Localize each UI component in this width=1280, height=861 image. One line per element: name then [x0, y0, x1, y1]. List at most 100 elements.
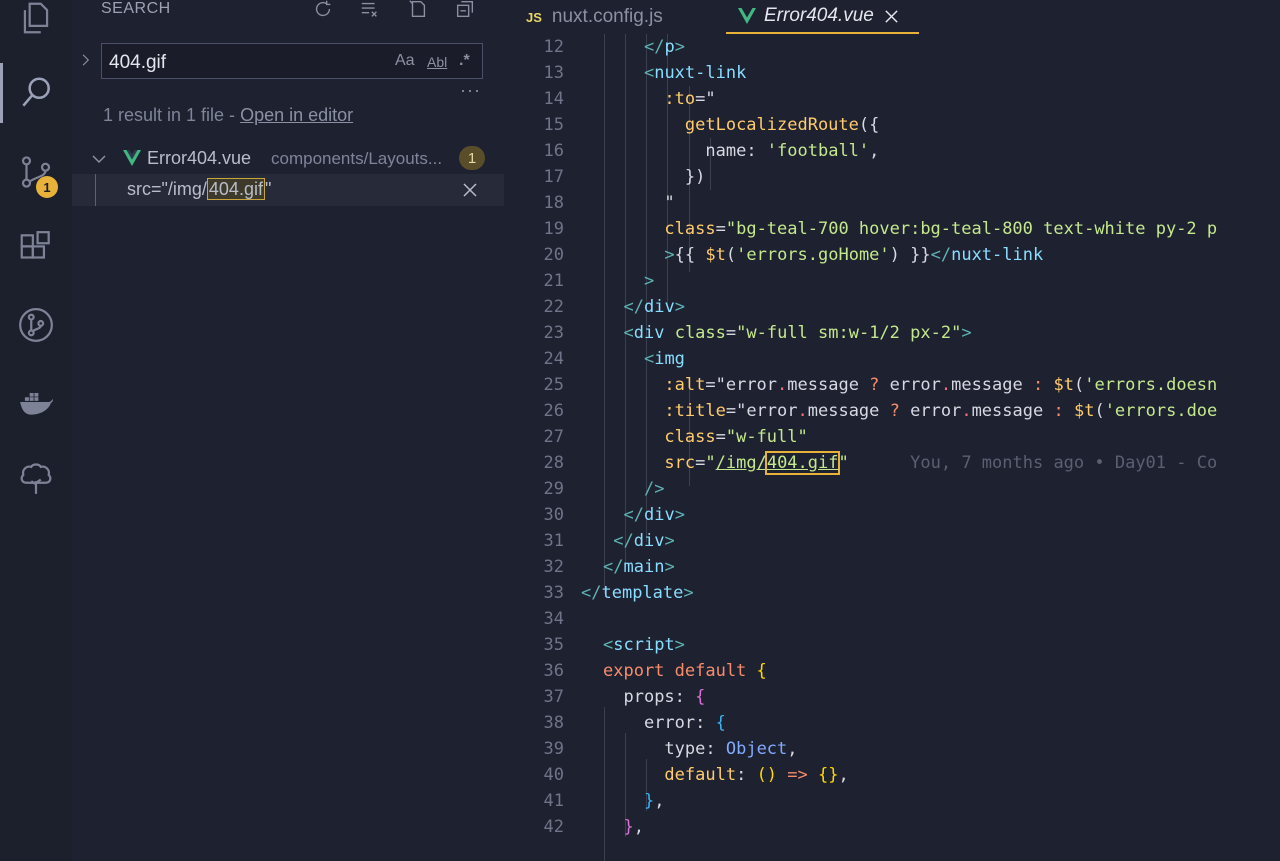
match-case-toggle[interactable]: Aa: [395, 52, 415, 70]
code-text: >: [643, 271, 655, 291]
extensions-icon[interactable]: [0, 218, 72, 278]
line-number: 40: [543, 765, 564, 785]
match-highlight: 404.gif: [206, 178, 265, 200]
code-text: >{{ $t('errors.goHome') }}</nuxt-link: [664, 245, 1044, 265]
line-number: 29: [543, 479, 564, 499]
code-text: getLocalizedRoute({: [684, 115, 880, 135]
clear-results-icon[interactable]: [357, 0, 383, 20]
line-number: 14: [543, 89, 564, 109]
search-input[interactable]: 404.gif Aa Abl .*: [101, 43, 483, 79]
code-line[interactable]: 22 </div>: [504, 294, 1280, 320]
code-line[interactable]: 14 :to=": [504, 86, 1280, 112]
code-line[interactable]: 21 >: [504, 268, 1280, 294]
code-text: :alt="error.message ? error.message : $t…: [664, 375, 1218, 395]
tab-error404[interactable]: Error404.vue: [726, 0, 919, 34]
line-number: 16: [543, 141, 564, 161]
code-text: export default {: [603, 661, 767, 681]
result-match-row[interactable]: src="/img/404.gif ": [72, 174, 504, 206]
code-text: />: [643, 479, 665, 499]
code-text: </p>: [643, 37, 685, 57]
code-line[interactable]: 24 <img: [504, 346, 1280, 372]
collapse-all-icon[interactable]: [452, 0, 478, 20]
line-number: 22: [543, 297, 564, 317]
line-number: 38: [543, 713, 564, 733]
code-line[interactable]: 13 <nuxt-link: [504, 60, 1280, 86]
code-editor[interactable]: 12 </p> 13 <nuxt-link 14 :to=" 15 getLoc…: [504, 34, 1280, 861]
line-number: 21: [543, 271, 564, 291]
whole-word-toggle[interactable]: Abl: [427, 54, 447, 70]
vue-file-icon: [738, 8, 756, 24]
git-blame-annotation: You, 7 months ago • Day01 - Co: [910, 453, 1218, 473]
code-line[interactable]: 20 >{{ $t('errors.goHome') }}</nuxt-link: [504, 242, 1280, 268]
result-file-row[interactable]: Error404.vue components/Layouts... 1: [72, 146, 504, 172]
code-line[interactable]: 19 class="bg-teal-700 hover:bg-teal-800 …: [504, 216, 1280, 242]
tab-label: nuxt.config.js: [551, 6, 663, 27]
close-tab-icon[interactable]: [884, 9, 899, 24]
tree-icon[interactable]: [0, 448, 72, 508]
git-graph-icon[interactable]: [0, 295, 72, 355]
new-search-editor-icon[interactable]: [405, 0, 431, 20]
line-number: 23: [543, 323, 564, 343]
line-number: 35: [543, 635, 564, 655]
dismiss-close-icon[interactable]: [462, 182, 478, 198]
code-line[interactable]: 36 export default {: [504, 658, 1280, 684]
code-line[interactable]: 35 <script>: [504, 632, 1280, 658]
tab-nuxt-config[interactable]: JS Error404.vue nuxt.config.js: [526, 0, 663, 34]
toggle-replace-chevron-icon[interactable]: [78, 50, 94, 70]
code-text: default: () => {},: [664, 765, 849, 785]
refresh-icon[interactable]: [310, 0, 336, 20]
open-in-editor-link[interactable]: Open in editor: [240, 105, 353, 125]
chevron-down-icon[interactable]: [90, 150, 108, 168]
result-count-badge: 1: [459, 146, 485, 170]
line-number: 37: [543, 687, 564, 707]
vue-file-icon: [123, 150, 141, 166]
code-line[interactable]: 23 <div class="w-full sm:w-1/2 px-2">: [504, 320, 1280, 346]
code-line[interactable]: 32 </main>: [504, 554, 1280, 580]
code-text: </main>: [603, 557, 675, 577]
code-line[interactable]: 16 name: 'football',: [504, 138, 1280, 164]
code-text: src="/img/404.gif" You, 7 months ago • D…: [664, 451, 1218, 475]
docker-icon[interactable]: [0, 372, 72, 432]
results-summary: 1 result in 1 file - Open in editor: [103, 105, 353, 126]
more-options-icon[interactable]: ···: [460, 80, 481, 101]
code-text: class="w-full": [664, 427, 808, 447]
code-line[interactable]: 15 getLocalizedRoute({: [504, 112, 1280, 138]
code-line[interactable]: 33 </template>: [504, 580, 1258, 606]
search-icon[interactable]: [0, 63, 72, 123]
code-line[interactable]: 12 </p>: [504, 34, 1280, 60]
code-line[interactable]: 29 />: [504, 476, 1280, 502]
code-line[interactable]: 30 </div>: [504, 502, 1280, 528]
code-line[interactable]: 42 },: [504, 814, 1280, 840]
code-text: error: {: [643, 713, 726, 733]
code-line[interactable]: 31 </div>: [504, 528, 1280, 554]
code-line[interactable]: 38 error: {: [504, 710, 1280, 736]
code-line[interactable]: 28 src="/img/404.gif" You, 7 months ago …: [504, 450, 1280, 476]
code-line[interactable]: 40 default: () => {},: [504, 762, 1280, 788]
search-input-value: 404.gif: [109, 52, 167, 73]
code-text: class="bg-teal-700 hover:bg-teal-800 tex…: [664, 219, 1218, 239]
line-number: 31: [543, 531, 564, 551]
line-number: 28: [543, 453, 564, 473]
tree-indent-guide: [95, 174, 96, 206]
code-text: </div>: [613, 531, 675, 551]
line-number: 41: [543, 791, 564, 811]
code-line[interactable]: 34: [504, 606, 1280, 632]
line-number: 13: [543, 63, 564, 83]
code-line[interactable]: 25 :alt="error.message ? error.message :…: [504, 372, 1280, 398]
code-line[interactable]: 39 type: Object,: [504, 736, 1280, 762]
source-control-icon[interactable]: 1: [0, 142, 72, 202]
code-line[interactable]: 37 props: {: [504, 684, 1280, 710]
code-text: :title="error.message ? error.message : …: [664, 401, 1218, 421]
code-line[interactable]: 18 ": [504, 190, 1280, 216]
code-line[interactable]: 26 :title="error.message ? error.message…: [504, 398, 1280, 424]
explorer-icon[interactable]: [0, 0, 72, 48]
line-number: 25: [543, 375, 564, 395]
code-line[interactable]: 41 },: [504, 788, 1280, 814]
code-line[interactable]: 17 }): [504, 164, 1280, 190]
results-count-text: 1 result in 1 file -: [103, 105, 241, 125]
code-line[interactable]: 27 class="w-full": [504, 424, 1280, 450]
regex-toggle[interactable]: .*: [459, 52, 470, 70]
code-text: <div class="w-full sm:w-1/2 px-2">: [623, 323, 972, 343]
js-file-icon: JS: [526, 9, 542, 25]
code-text: :to=": [664, 89, 716, 109]
